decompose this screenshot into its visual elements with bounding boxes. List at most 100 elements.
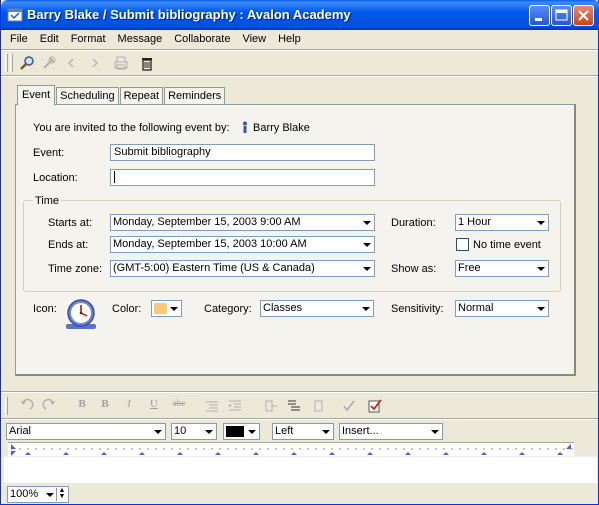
toolbar-grip[interactable]	[5, 54, 8, 72]
sensitivity-label: Sensitivity:	[391, 303, 444, 315]
main-toolbar	[1, 51, 598, 75]
maximize-icon	[555, 9, 568, 21]
chevron-down-icon	[245, 425, 258, 438]
insert-select[interactable]: Insert...	[339, 423, 443, 440]
duration-select[interactable]: 1 Hour	[455, 214, 549, 231]
starts-label: Starts at:	[48, 217, 93, 229]
menu-bar: File Edit Format Message Collaborate Vie…	[1, 30, 598, 49]
window-title: Barry Blake / Submit bibliography : Aval…	[27, 7, 351, 22]
undo-icon	[21, 398, 34, 410]
properties-button[interactable]	[41, 55, 57, 71]
text-color-select[interactable]	[223, 423, 260, 440]
duration-value: 1 Hour	[458, 216, 492, 228]
title-bar[interactable]: Barry Blake / Submit bibliography : Aval…	[1, 0, 599, 30]
status-bar: 100% ▲ ▼	[1, 483, 598, 504]
checklist-icon	[368, 399, 382, 413]
menu-view[interactable]: View	[236, 30, 272, 49]
message-body-editor[interactable]	[4, 456, 597, 483]
italic-bold-button[interactable]: B	[97, 398, 113, 414]
chevron-down-icon	[534, 262, 547, 275]
tab-event[interactable]: Event	[17, 85, 56, 106]
redo-icon	[42, 398, 55, 410]
minimize-button[interactable]	[529, 5, 550, 26]
menu-format[interactable]: Format	[65, 30, 112, 49]
trash-icon	[142, 58, 152, 71]
appointment-window-icon	[7, 8, 23, 22]
undo-button[interactable]	[18, 398, 34, 414]
clock-icon[interactable]	[63, 296, 99, 332]
zoom-select[interactable]: 100% ▲ ▼	[7, 486, 69, 503]
icon-label: Icon:	[33, 303, 57, 315]
starts-select[interactable]: Monday, September 15, 2003 9:00 AM	[110, 214, 375, 231]
chevron-down-icon	[360, 216, 373, 229]
event-label: Event:	[33, 147, 65, 159]
chevron-down-icon	[202, 425, 215, 438]
font-select[interactable]: Arial	[6, 423, 166, 440]
toolbar-divider	[1, 75, 598, 77]
color-swatch	[154, 303, 168, 314]
color-select[interactable]	[151, 300, 182, 317]
strikethrough-button[interactable]: abc	[171, 398, 187, 414]
organizer-name: Barry Blake	[253, 122, 310, 134]
size-value: 10	[174, 425, 187, 437]
link-icon	[265, 400, 277, 412]
spell-check-button[interactable]	[341, 398, 357, 414]
no-time-checkbox[interactable]	[456, 238, 469, 251]
indent-button[interactable]	[227, 398, 243, 414]
checklist-button[interactable]	[367, 398, 383, 414]
align-select[interactable]: Left	[272, 423, 334, 440]
zoom-spinner[interactable]: ▲ ▼	[56, 487, 67, 501]
print-button[interactable]	[113, 55, 129, 71]
event-field[interactable]: Submit bibliography	[110, 144, 375, 161]
chevron-down-icon	[359, 302, 372, 315]
underline-icon: U	[150, 398, 158, 410]
forward-arrow-icon	[92, 58, 99, 68]
italic-button[interactable]: I	[121, 398, 137, 414]
italic-icon: I	[127, 398, 131, 410]
chevron-down-icon	[319, 425, 332, 438]
duration-label: Duration:	[391, 217, 436, 229]
invite-text: You are invited to the following event b…	[33, 122, 230, 134]
search-button[interactable]	[19, 55, 35, 71]
close-button[interactable]	[573, 5, 594, 26]
time-group-label: Time	[33, 195, 62, 207]
size-select[interactable]: 10	[171, 423, 217, 440]
tab-strip: Event Scheduling Repeat Reminders	[17, 85, 226, 106]
image-button[interactable]	[311, 398, 327, 414]
format-toolbar-grip[interactable]	[5, 397, 8, 415]
ruler-ticks	[11, 444, 573, 456]
image-icon	[314, 400, 323, 412]
starts-value: Monday, September 15, 2003 9:00 AM	[113, 216, 301, 228]
search-icon	[20, 56, 34, 70]
underline-button[interactable]: U	[146, 398, 162, 414]
zoom-value: 100%	[10, 488, 39, 500]
ends-value: Monday, September 15, 2003 10:00 AM	[113, 238, 307, 250]
ends-label: Ends at:	[48, 239, 89, 251]
sensitivity-value: Normal	[458, 302, 494, 314]
ruler[interactable]	[8, 442, 574, 456]
close-icon	[578, 10, 589, 21]
location-field[interactable]	[110, 169, 375, 186]
timezone-select[interactable]: (GMT-5:00) Eastern Time (US & Canada)	[110, 260, 375, 277]
menu-file[interactable]: File	[4, 30, 34, 49]
category-label: Category:	[204, 303, 252, 315]
menu-edit[interactable]: Edit	[34, 30, 65, 49]
sensitivity-select[interactable]: Normal	[455, 300, 549, 317]
bold-button[interactable]: B	[74, 398, 90, 414]
category-select[interactable]: Classes	[260, 300, 374, 317]
redo-button[interactable]	[42, 398, 58, 414]
chevron-down-icon	[360, 262, 373, 275]
bullets-button[interactable]	[204, 398, 220, 414]
print-icon	[114, 56, 128, 70]
table-button[interactable]	[286, 398, 302, 414]
previous-button[interactable]	[63, 55, 79, 71]
delete-button[interactable]	[139, 55, 155, 71]
next-button[interactable]	[87, 55, 103, 71]
menu-message[interactable]: Message	[112, 30, 169, 49]
menu-help[interactable]: Help	[272, 30, 307, 49]
ends-select[interactable]: Monday, September 15, 2003 10:00 AM	[110, 236, 375, 253]
show-as-select[interactable]: Free	[455, 260, 549, 277]
link-button[interactable]	[263, 398, 279, 414]
menu-collaborate[interactable]: Collaborate	[168, 30, 236, 49]
maximize-button[interactable]	[551, 5, 572, 26]
